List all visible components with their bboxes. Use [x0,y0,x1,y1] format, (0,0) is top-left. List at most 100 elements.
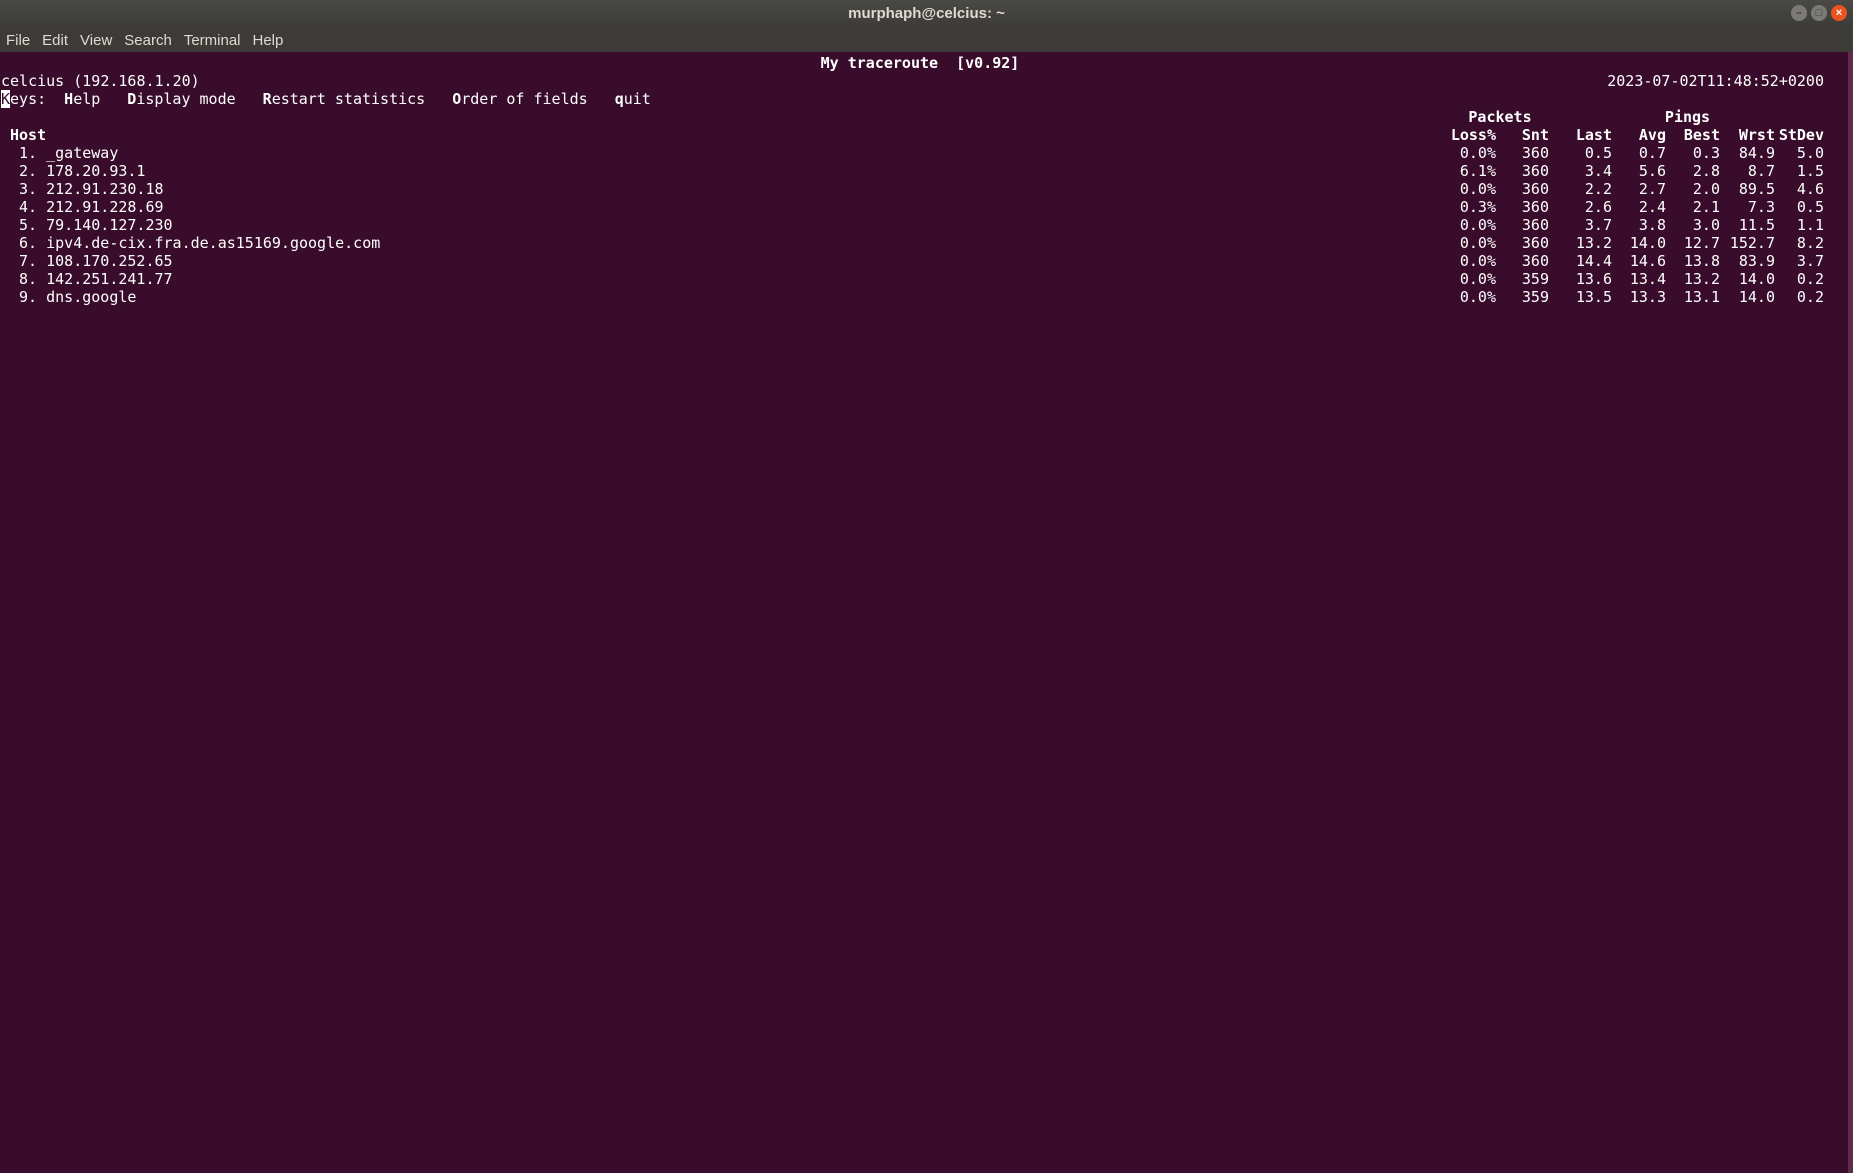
table-row: 5. 79.140.127.230 0.0% 360 3.7 3.8 3.0 11.5 1.1 [0,216,1848,234]
row-wrst: 84.9 [1738,144,1775,162]
row-snt: 360 [1521,252,1549,270]
menu-help[interactable]: Help [247,32,290,49]
keys-label-text: eys: [10,90,47,108]
header-best: Best [1683,126,1720,144]
table-row: 2. 178.20.93.1 6.1% 360 3.4 5.6 2.8 8.7 1.5 [0,162,1848,180]
table-row: 1. _gateway 0.0% 360 0.5 0.7 0.3 84.9 5.0 [0,144,1848,162]
key-restart-statistics: Restart statistics [263,90,426,108]
row-avg: 0.7 [1638,144,1666,162]
row-last: 2.2 [1584,180,1612,198]
row-avg: 13.3 [1629,288,1666,306]
row-host: 1. _gateway [10,144,119,162]
row-loss: 0.0% [1459,216,1496,234]
table-header: Host Loss% Snt Last Avg Best Wrst StDev [0,126,1848,144]
row-loss: 0.0% [1459,252,1496,270]
row-avg: 2.7 [1638,180,1666,198]
row-last: 2.6 [1584,198,1612,216]
row-snt: 359 [1521,288,1549,306]
menubar: File Edit View Search Terminal Help [0,28,1853,52]
mtr-timestamp: 2023-07-02T11:48:52+0200 [1607,72,1824,90]
row-loss: 0.0% [1459,180,1496,198]
menu-terminal[interactable]: Terminal [178,32,247,49]
row-avg: 3.8 [1638,216,1666,234]
row-loss: 0.0% [1459,270,1496,288]
key-quit: quit [615,90,651,108]
header-avg: Avg [1638,126,1666,144]
key-help: Help [64,90,100,108]
row-last: 13.2 [1575,234,1612,252]
minimize-icon[interactable]: – [1791,5,1807,21]
menu-file[interactable]: File [0,32,36,49]
row-snt: 359 [1521,270,1549,288]
row-wrst: 14.0 [1738,288,1775,306]
key-hotkey: D [127,90,137,108]
menu-edit[interactable]: Edit [36,32,74,49]
row-loss: 0.0% [1459,234,1496,252]
menu-view[interactable]: View [74,32,118,49]
key-text: estart statistics [271,90,426,108]
window-titlebar[interactable]: murphaph@celcius: ~ – □ × [0,0,1853,28]
row-last: 3.4 [1584,162,1612,180]
terminal-cursor: K [1,90,11,108]
row-avg: 13.4 [1629,270,1666,288]
row-stdev: 3.7 [1796,252,1824,270]
key-text: rder of fields [461,90,588,108]
row-stdev: 1.5 [1796,162,1824,180]
row-avg: 14.6 [1629,252,1666,270]
row-last: 0.5 [1584,144,1612,162]
row-wrst: 89.5 [1738,180,1775,198]
key-hotkey: H [64,90,74,108]
row-best: 12.7 [1683,234,1720,252]
row-best: 13.1 [1683,288,1720,306]
table-row: 4. 212.91.228.69 0.3% 360 2.6 2.4 2.1 7.3 0.5 [0,198,1848,216]
row-host: 5. 79.140.127.230 [10,216,173,234]
close-icon[interactable]: × [1831,5,1847,21]
table-row: 9. dns.google 0.0% 359 13.5 13.3 13.1 14.0 0.2 [0,288,1848,306]
row-best: 3.0 [1692,216,1720,234]
mtr-title: My traceroute [v0.92] [820,54,1020,72]
key-display-mode: Display mode [127,90,235,108]
mtr-keys-line: Keys: Help Display mode Restart statisti… [1,90,678,108]
row-host: 2. 178.20.93.1 [10,162,146,180]
row-avg: 14.0 [1629,234,1666,252]
row-loss: 0.0% [1459,144,1496,162]
keys-label: Keys: [1,90,46,108]
row-wrst: 83.9 [1738,252,1775,270]
terminal-scrollbar[interactable] [1848,52,1853,1173]
row-best: 2.8 [1692,162,1720,180]
row-wrst: 11.5 [1738,216,1775,234]
row-host: 9. dns.google [10,288,137,306]
header-stdev: StDev [1778,126,1824,144]
row-avg: 2.4 [1638,198,1666,216]
row-best: 13.8 [1683,252,1720,270]
key-order-of-fields: Order of fields [452,90,587,108]
menu-search[interactable]: Search [118,32,178,49]
table-row: 7. 108.170.252.65 0.0% 360 14.4 14.6 13.8 83.9… [0,252,1848,270]
row-snt: 360 [1521,144,1549,162]
key-text: isplay mode [136,90,236,108]
row-last: 14.4 [1575,252,1612,270]
row-snt: 360 [1521,234,1549,252]
row-host: 3. 212.91.230.18 [10,180,164,198]
key-hotkey: R [262,90,272,108]
row-avg: 5.6 [1638,162,1666,180]
row-snt: 360 [1521,180,1549,198]
table-row: 3. 212.91.230.18 0.0% 360 2.2 2.7 2.0 89.5 4.6 [0,180,1848,198]
key-text: uit [623,90,651,108]
row-best: 2.1 [1692,198,1720,216]
table-row: 8. 142.251.241.77 0.0% 359 13.6 13.4 13.2 14.0… [0,270,1848,288]
row-loss: 0.0% [1459,288,1496,306]
header-group-packets: Packets [1468,108,1532,126]
maximize-icon[interactable]: □ [1811,5,1827,21]
row-host: 7. 108.170.252.65 [10,252,173,270]
row-best: 0.3 [1692,144,1720,162]
row-wrst: 152.7 [1729,234,1775,252]
header-last: Last [1575,126,1612,144]
row-wrst: 8.7 [1747,162,1775,180]
window-title: murphaph@celcius: ~ [848,5,1005,22]
row-host: 8. 142.251.241.77 [10,270,173,288]
terminal-area[interactable]: My traceroute [v0.92] celcius (192.168.1… [0,52,1848,1173]
row-best: 2.0 [1692,180,1720,198]
row-best: 13.2 [1683,270,1720,288]
header-snt: Snt [1521,126,1549,144]
